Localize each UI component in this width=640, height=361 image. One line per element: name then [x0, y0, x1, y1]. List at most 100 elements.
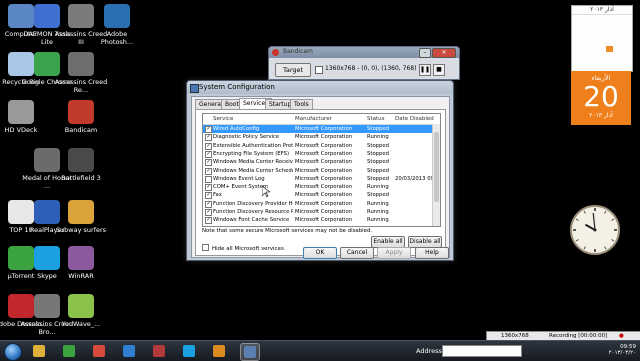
service-row[interactable]: ✓Windows Media Center Schedule...Microso…	[203, 167, 432, 175]
calendar-day-cell[interactable]	[582, 16, 589, 22]
desktop-icon[interactable]: Subway surfers	[54, 200, 108, 234]
calendar-day-cell[interactable]	[598, 46, 605, 52]
calendar-day-cell[interactable]	[598, 26, 605, 32]
service-row[interactable]: ✓ Windows Font Cache Service Microsoft Cor…	[203, 216, 432, 225]
minimize-button[interactable]: –	[419, 48, 431, 58]
service-checkbox[interactable]: ✓	[205, 134, 212, 142]
calendar-day-cell[interactable]	[614, 26, 621, 32]
calendar-day-cell[interactable]	[598, 36, 605, 42]
desktop-icon[interactable]: YouWave_...	[54, 294, 108, 328]
calendar-date-block[interactable]: الأربعاء 20 آذار ٢٠١٣	[571, 71, 631, 125]
service-checkbox[interactable]: ✓	[205, 184, 212, 192]
taskbar-app-button[interactable]	[30, 343, 48, 359]
region-checkbox[interactable]	[315, 66, 323, 74]
calendar-day-cell[interactable]	[614, 36, 621, 42]
calendar-day-cell[interactable]	[582, 36, 589, 42]
checkbox-box[interactable]	[202, 244, 209, 251]
column-manufacturer[interactable]: Manufacturer	[295, 114, 332, 124]
calendar-day-cell[interactable]	[622, 26, 629, 32]
service-row[interactable]: ✓ Diagnostic Policy Service Microsoft Corp…	[203, 133, 432, 142]
cancel-button[interactable]: Cancel	[340, 247, 374, 259]
taskbar-app-button[interactable]	[210, 343, 228, 359]
service-row[interactable]: ✓ Function Discovery Provider Host Microso…	[203, 200, 432, 208]
address-input[interactable]	[442, 345, 522, 357]
service-checkbox[interactable]: ✓	[205, 126, 212, 133]
taskbar-app-button[interactable]	[240, 343, 260, 361]
system-configuration-window[interactable]: System Configuration General Boot Servic…	[186, 80, 454, 261]
service-row[interactable]: ✓ Wired AutoConfig Microsoft Corporation St…	[203, 125, 432, 133]
calendar-day-cell[interactable]	[606, 16, 613, 22]
calendar-day-cell[interactable]	[606, 46, 613, 52]
calendar-day-cell[interactable]	[590, 36, 597, 42]
calendar-day-cell[interactable]	[598, 16, 605, 22]
desktop-icon[interactable]: Adobe Photosh...	[90, 4, 144, 46]
hide-ms-services-checkbox[interactable]: Hide all Microsoft services	[202, 244, 284, 252]
calendar-day-cell[interactable]	[614, 46, 621, 52]
services-scrollbar[interactable]	[432, 124, 440, 226]
calendar-day-cell[interactable]	[590, 56, 597, 62]
calendar-day-cell[interactable]	[582, 56, 589, 62]
service-checkbox[interactable]: ✓	[205, 200, 212, 208]
bandicam-window[interactable]: Bandicam – ✕ Target 1360x768 - (0, 0), (…	[268, 46, 460, 80]
calendar-day-cell[interactable]	[622, 56, 629, 62]
service-checkbox[interactable]: ✓	[205, 217, 212, 225]
service-row[interactable]: ✓Windows Media Center Receiver...Microso…	[203, 158, 432, 167]
calendar-day-cell[interactable]	[622, 16, 629, 22]
taskbar-app-button[interactable]	[150, 343, 168, 359]
calendar-day-cell[interactable]	[574, 16, 581, 22]
syscfg-titlebar[interactable]: System Configuration	[187, 81, 453, 94]
close-button[interactable]: ✕	[432, 48, 456, 58]
service-checkbox[interactable]: ✓	[205, 192, 212, 200]
calendar-day-cell[interactable]	[574, 46, 581, 52]
calendar-day-cell[interactable]	[590, 16, 597, 22]
calendar-day-cell[interactable]	[598, 56, 605, 62]
calendar-day-cell[interactable]	[614, 56, 621, 62]
desktop-icon[interactable]: Assassins Creed Re...	[54, 52, 108, 94]
service-row[interactable]: ✓ Encrypting File System (EFS) Microsoft C…	[203, 150, 432, 158]
calendar-day-cell[interactable]	[622, 36, 629, 42]
calendar-day-cell[interactable]	[574, 36, 581, 42]
desktop-icon[interactable]: Bandicam	[54, 100, 108, 134]
calendar-day-cell[interactable]	[622, 46, 629, 52]
column-service[interactable]: Service	[213, 114, 233, 124]
calendar-day-cell[interactable]	[606, 56, 613, 62]
calendar-day-cell[interactable]	[606, 26, 613, 32]
calendar-day-cell[interactable]	[614, 16, 621, 22]
service-row[interactable]: ✓ COM+ Event System Microsoft Corporation R…	[203, 183, 432, 192]
scrollbar-thumb[interactable]	[434, 132, 439, 202]
desktop-icon[interactable]: Battlefield 3	[54, 148, 108, 182]
service-checkbox[interactable]	[205, 175, 212, 183]
column-status[interactable]: Status	[367, 114, 385, 124]
service-checkbox[interactable]: ✓	[205, 150, 212, 158]
column-date-disabled[interactable]: Date Disabled	[395, 114, 434, 124]
pause-icon[interactable]: ❚❚	[419, 64, 431, 76]
services-list[interactable]: Service Manufacturer Status Date Disable…	[202, 113, 441, 227]
calendar-day-cell[interactable]	[574, 26, 581, 32]
tab-tools[interactable]: Tools	[290, 99, 313, 109]
desktop-icon[interactable]: WinRAR	[54, 246, 108, 280]
taskbar-app-button[interactable]	[90, 343, 108, 359]
service-checkbox[interactable]: ✓	[205, 167, 212, 175]
service-checkbox[interactable]: ✓	[205, 159, 212, 167]
start-button[interactable]	[4, 343, 22, 361]
calendar-day-cell[interactable]	[582, 26, 589, 32]
calendar-day-cell[interactable]	[574, 56, 581, 62]
taskbar-app-button[interactable]	[180, 343, 198, 359]
stop-icon[interactable]: ■	[433, 64, 445, 76]
calendar-day-cell[interactable]	[582, 46, 589, 52]
desktop-icon[interactable]: HD VDeck	[0, 100, 48, 134]
calendar-day-cell[interactable]	[590, 46, 597, 52]
bandicam-titlebar[interactable]: Bandicam – ✕	[269, 47, 459, 58]
taskbar-app-button[interactable]	[60, 343, 78, 359]
help-button[interactable]: Help	[415, 247, 449, 259]
service-row[interactable]: ✓Extensible Authentication ProtocolMicro…	[203, 142, 432, 150]
calendar-gadget[interactable]: آذار ٢٠١٣	[571, 5, 633, 72]
service-row[interactable]: ✓Function Discovery Resource Pu...Micros…	[203, 208, 432, 216]
service-checkbox[interactable]: ✓	[205, 142, 212, 150]
calendar-day-cell[interactable]	[606, 36, 613, 42]
calendar-day-cell[interactable]	[590, 26, 597, 32]
target-button[interactable]: Target	[275, 63, 311, 77]
apply-button[interactable]: Apply	[377, 247, 411, 259]
service-row[interactable]: ✓ Fax Microsoft Corporation Stopped	[203, 191, 432, 200]
ok-button[interactable]: OK	[303, 247, 337, 259]
